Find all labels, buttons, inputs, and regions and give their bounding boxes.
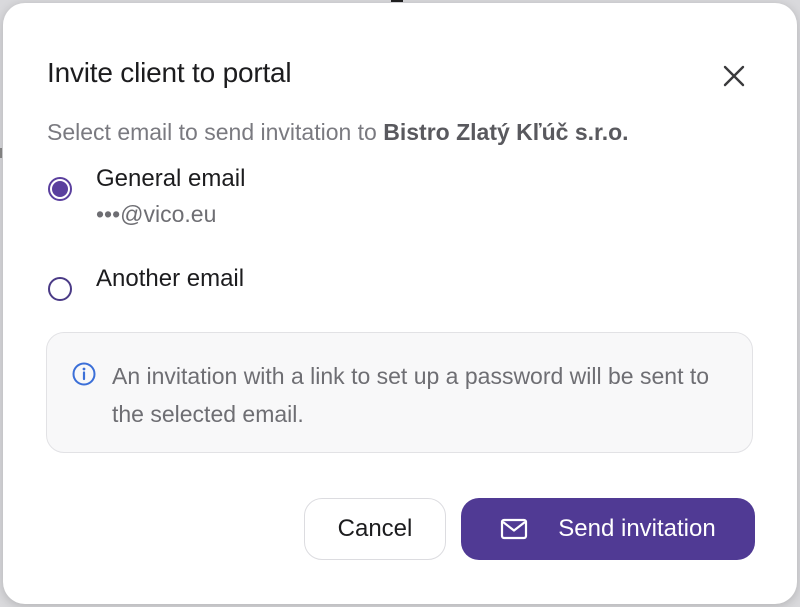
close-button[interactable]	[716, 58, 752, 94]
option-general-email[interactable]: General email •••@vico.eu	[46, 163, 346, 233]
info-box: An invitation with a link to set up a pa…	[46, 332, 753, 453]
mail-icon	[500, 518, 528, 540]
backdrop-edge-mark	[0, 148, 2, 158]
option-value-general-email: •••@vico.eu	[96, 201, 217, 227]
send-invitation-label: Send invitation	[558, 515, 716, 542]
send-invitation-button[interactable]: Send invitation	[461, 498, 755, 560]
option-label-general-email: General email	[96, 165, 246, 192]
backdrop-handle	[391, 0, 403, 2]
option-label-another-email: Another email	[96, 265, 245, 292]
invite-dialog: Invite client to portal Select email to …	[3, 3, 797, 604]
dialog-subtitle: Select email to send invitation to Bistr…	[47, 119, 629, 146]
radio-general-email[interactable]	[48, 177, 72, 201]
option-another-email[interactable]: Another email	[46, 263, 346, 307]
subtitle-text: Select email to send invitation to	[47, 119, 384, 145]
info-icon	[72, 362, 96, 386]
close-icon	[723, 65, 745, 87]
client-name: Bistro Zlatý Kľúč s.r.o.	[383, 119, 629, 145]
cancel-button[interactable]: Cancel	[304, 498, 446, 560]
dialog-title: Invite client to portal	[47, 57, 292, 88]
info-text: An invitation with a link to set up a pa…	[112, 363, 710, 427]
cancel-button-label: Cancel	[337, 515, 413, 542]
radio-another-email[interactable]	[48, 277, 72, 301]
